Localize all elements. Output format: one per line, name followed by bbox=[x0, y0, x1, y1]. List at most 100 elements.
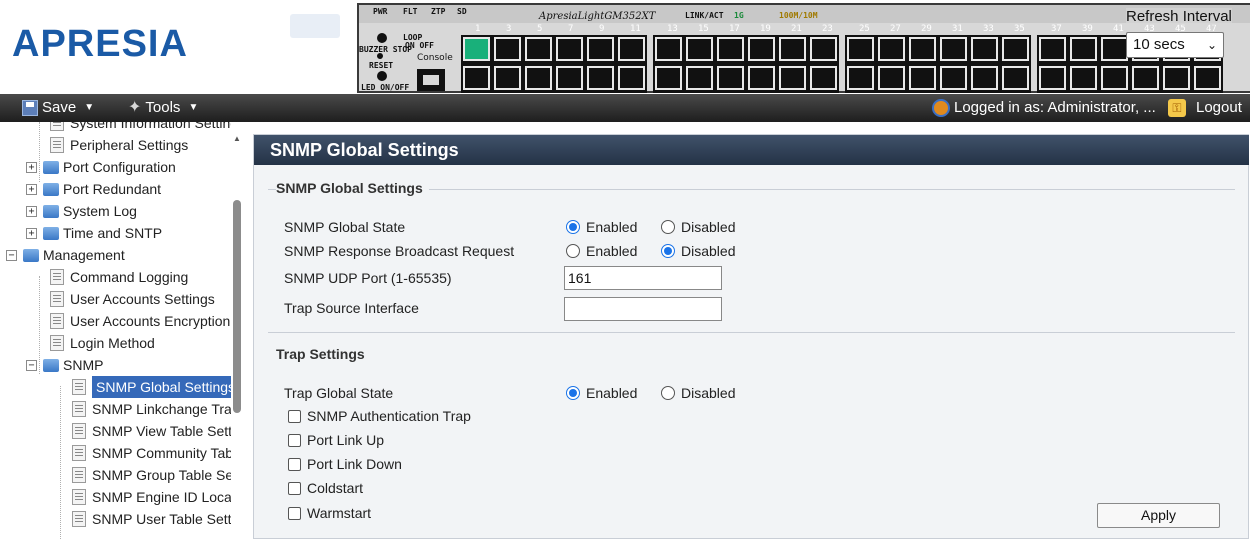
ethernet-port-icon[interactable] bbox=[686, 37, 713, 61]
logout-button[interactable]: ⚿ Logout bbox=[1168, 94, 1242, 122]
ethernet-port-icon[interactable] bbox=[847, 66, 874, 90]
sidebar-item-snmp-community-tabl[interactable]: SNMP Community Tabl bbox=[72, 442, 236, 464]
document-icon bbox=[72, 423, 86, 439]
port-number: 19 bbox=[760, 24, 771, 34]
ethernet-port-icon[interactable] bbox=[525, 37, 552, 61]
ethernet-port-icon[interactable] bbox=[971, 37, 998, 61]
ethernet-port-icon[interactable] bbox=[1070, 66, 1097, 90]
sidebar-scroll-thumb[interactable] bbox=[233, 200, 241, 413]
trap-global-state-enabled-radio[interactable]: Enabled bbox=[566, 385, 637, 401]
port-number: 41 bbox=[1113, 24, 1124, 34]
ethernet-port-icon[interactable] bbox=[1039, 66, 1066, 90]
trap-source-input[interactable] bbox=[564, 297, 722, 321]
ethernet-port-icon[interactable] bbox=[494, 37, 521, 61]
sidebar-item-snmp-engine-id-local[interactable]: SNMP Engine ID Local bbox=[72, 486, 235, 508]
ethernet-port-icon[interactable] bbox=[556, 66, 583, 90]
ethernet-port-icon[interactable] bbox=[748, 66, 775, 90]
radio-on-icon bbox=[566, 386, 580, 400]
coldstart-checkbox[interactable]: Coldstart bbox=[288, 480, 363, 496]
ethernet-port-icon[interactable] bbox=[940, 37, 967, 61]
collapse-icon[interactable]: − bbox=[26, 359, 37, 371]
response-broadcast-disabled-radio[interactable]: Disabled bbox=[661, 243, 735, 259]
ethernet-port-icon[interactable] bbox=[655, 37, 682, 61]
device-model: ApresiaLightGM352XT bbox=[539, 11, 656, 22]
save-menu[interactable]: Save ▼ bbox=[22, 94, 94, 122]
expand-icon[interactable]: + bbox=[26, 227, 37, 239]
ethernet-port-icon[interactable] bbox=[587, 37, 614, 61]
port-link-up-checkbox[interactable]: Port Link Up bbox=[288, 432, 384, 448]
sidebar-item-user-accounts-encryption[interactable]: User Accounts Encryption bbox=[50, 310, 230, 332]
sidebar-item-port-configuration[interactable]: + Port Configuration bbox=[26, 156, 176, 178]
ethernet-port-icon[interactable] bbox=[909, 66, 936, 90]
refresh-interval-select[interactable]: 10 secs ⌄ bbox=[1126, 32, 1224, 58]
document-icon bbox=[72, 467, 86, 483]
tools-menu[interactable]: ✦ Tools ▼ bbox=[128, 94, 198, 122]
ethernet-port-icon[interactable] bbox=[556, 37, 583, 61]
sidebar-item-snmp-group-table-set[interactable]: SNMP Group Table Set bbox=[72, 464, 237, 486]
ethernet-port-icon[interactable] bbox=[717, 37, 744, 61]
sidebar-item-user-accounts-settings[interactable]: User Accounts Settings bbox=[50, 288, 215, 310]
udp-port-input[interactable]: 161 bbox=[564, 266, 722, 290]
ethernet-port-icon[interactable] bbox=[587, 66, 614, 90]
sidebar-item-snmp-user-table-setti[interactable]: SNMP User Table Setti bbox=[72, 508, 235, 530]
ethernet-port-icon[interactable] bbox=[909, 37, 936, 61]
ethernet-port-icon[interactable] bbox=[940, 66, 967, 90]
ethernet-port-icon[interactable] bbox=[618, 66, 645, 90]
sidebar-item-command-logging[interactable]: Command Logging bbox=[50, 266, 188, 288]
ethernet-port-icon[interactable] bbox=[1070, 37, 1097, 61]
ethernet-port-icon[interactable] bbox=[971, 66, 998, 90]
link-act-label: LINK/ACT bbox=[685, 11, 724, 20]
ethernet-port-icon[interactable] bbox=[878, 37, 905, 61]
sidebar-item-snmp-linkchange-trap[interactable]: SNMP Linkchange Trap bbox=[72, 398, 240, 420]
ethernet-port-icon[interactable] bbox=[686, 66, 713, 90]
sidebar-item-snmp[interactable]: − SNMP bbox=[26, 354, 103, 376]
collapse-icon[interactable]: − bbox=[6, 249, 17, 261]
global-state-disabled-radio[interactable]: Disabled bbox=[661, 219, 735, 235]
apply-button[interactable]: Apply bbox=[1097, 503, 1220, 528]
response-broadcast-label: SNMP Response Broadcast Request bbox=[284, 243, 515, 259]
scroll-up-arrow-icon[interactable]: ▲ bbox=[233, 134, 241, 143]
expand-icon[interactable]: + bbox=[26, 183, 37, 195]
snmp-auth-trap-checkbox[interactable]: SNMP Authentication Trap bbox=[288, 408, 471, 424]
ethernet-port-icon[interactable] bbox=[1002, 66, 1029, 90]
sidebar-item-snmp-global-settings[interactable]: SNMP Global Settings bbox=[72, 376, 240, 398]
trap-global-state-disabled-radio[interactable]: Disabled bbox=[661, 385, 735, 401]
ethernet-port-icon[interactable] bbox=[655, 66, 682, 90]
ethernet-port-icon[interactable] bbox=[1002, 37, 1029, 61]
sidebar-item-label: Peripheral Settings bbox=[70, 137, 189, 153]
ethernet-port-icon[interactable] bbox=[1039, 37, 1066, 61]
ethernet-port-icon[interactable] bbox=[779, 66, 806, 90]
ethernet-port-icon[interactable] bbox=[1101, 37, 1128, 61]
ethernet-port-icon[interactable] bbox=[463, 66, 490, 90]
port-link-down-checkbox[interactable]: Port Link Down bbox=[288, 456, 402, 472]
ethernet-port-icon[interactable] bbox=[748, 37, 775, 61]
ethernet-port-icon[interactable] bbox=[847, 37, 874, 61]
response-broadcast-enabled-radio[interactable]: Enabled bbox=[566, 243, 637, 259]
expand-icon[interactable]: + bbox=[26, 161, 37, 173]
sidebar-item-system-log[interactable]: + System Log bbox=[26, 200, 137, 222]
ethernet-port-icon[interactable] bbox=[779, 37, 806, 61]
warmstart-checkbox[interactable]: Warmstart bbox=[288, 505, 371, 521]
sidebar-item-time-and-sntp[interactable]: + Time and SNTP bbox=[26, 222, 162, 244]
global-state-enabled-radio[interactable]: Enabled bbox=[566, 219, 637, 235]
ethernet-port-icon[interactable] bbox=[717, 66, 744, 90]
radio-label: Enabled bbox=[586, 243, 638, 259]
ethernet-port-icon[interactable] bbox=[810, 66, 837, 90]
loop-button-icon bbox=[377, 33, 387, 43]
ethernet-port-icon[interactable] bbox=[525, 66, 552, 90]
ethernet-port-icon[interactable] bbox=[878, 66, 905, 90]
sidebar-item-login-method[interactable]: Login Method bbox=[50, 332, 155, 354]
sidebar-item-system-information-setting[interactable]: System Information Setting bbox=[50, 122, 238, 134]
ethernet-port-icon[interactable] bbox=[810, 37, 837, 61]
ethernet-port-icon[interactable] bbox=[494, 66, 521, 90]
expand-icon[interactable]: + bbox=[26, 205, 37, 217]
sidebar-item-management[interactable]: − Management bbox=[6, 244, 125, 266]
ethernet-port-icon[interactable] bbox=[618, 37, 645, 61]
tree-guide-line bbox=[60, 386, 61, 539]
sidebar-item-peripheral-settings[interactable]: Peripheral Settings bbox=[50, 134, 188, 156]
udp-port-label: SNMP UDP Port (1-65535) bbox=[284, 270, 452, 286]
sidebar-item-snmp-view-table-setti[interactable]: SNMP View Table Setti bbox=[72, 420, 235, 442]
ethernet-port-icon[interactable] bbox=[463, 37, 490, 61]
sidebar-item-port-redundant[interactable]: + Port Redundant bbox=[26, 178, 161, 200]
ethernet-port-icon[interactable] bbox=[1101, 66, 1128, 90]
